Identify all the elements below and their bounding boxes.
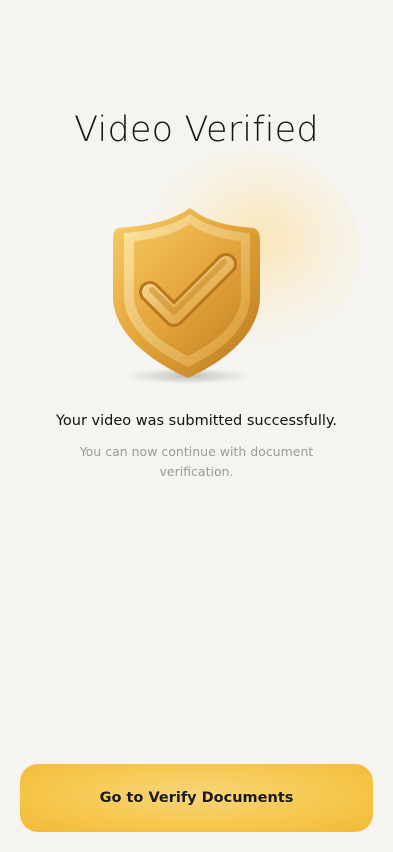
gold-shield-check-icon — [100, 200, 280, 390]
success-headline: Your video was submitted successfully. — [55, 413, 338, 429]
success-subtext: You can now continue with document verif… — [79, 444, 314, 479]
page-title: Video Verified — [74, 110, 319, 150]
go-to-verify-documents-button[interactable]: Go to Verify Documents — [20, 764, 373, 832]
video-verified-screen: Video Verified Your video was submitted … — [0, 0, 393, 852]
